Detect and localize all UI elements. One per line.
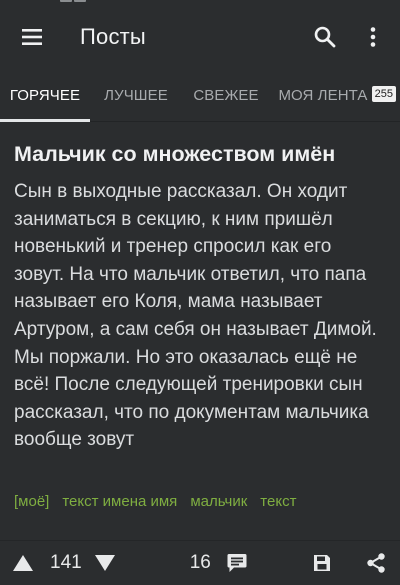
post-actions-bar: 141 16 bbox=[0, 540, 400, 585]
feed-tabs: ГОРЯЧЕЕ ЛУЧШЕЕ СВЕЖЕЕ МОЯ ЛЕНТА 255 bbox=[0, 70, 400, 122]
menu-icon[interactable] bbox=[18, 25, 46, 49]
tag-item[interactable]: текст bbox=[260, 493, 296, 510]
comment-icon[interactable] bbox=[225, 551, 249, 575]
rating-count: 141 bbox=[50, 552, 82, 573]
page-title: Посты bbox=[80, 24, 146, 49]
tab-best[interactable]: ЛУЧШЕЕ bbox=[92, 69, 180, 121]
save-icon[interactable] bbox=[310, 551, 334, 575]
search-icon[interactable] bbox=[312, 24, 338, 50]
post-title[interactable]: Мальчик со множеством имён bbox=[14, 140, 384, 168]
tag-item[interactable]: мальчик bbox=[190, 493, 247, 510]
status-icon bbox=[60, 0, 72, 2]
more-vertical-icon[interactable] bbox=[360, 24, 386, 50]
tab-fresh[interactable]: СВЕЖЕЕ bbox=[182, 69, 270, 121]
status-bar bbox=[0, 0, 400, 4]
tab-my-feed[interactable]: МОЯ ЛЕНТА bbox=[272, 69, 370, 121]
comments-count: 16 bbox=[189, 552, 211, 573]
upvote-icon[interactable] bbox=[12, 552, 34, 574]
post-tags: [моё] текст имена имя мальчик текст bbox=[14, 493, 384, 510]
app-bar: Посты bbox=[0, 4, 400, 70]
post-body[interactable]: Сын в выходные рассказал. Он ходит заним… bbox=[14, 178, 384, 483]
tag-item[interactable]: [моё] bbox=[14, 493, 49, 510]
post-card: Мальчик со множеством имён Сын в выходны… bbox=[0, 122, 400, 510]
my-feed-count-badge: 255 bbox=[371, 86, 396, 102]
downvote-icon[interactable] bbox=[94, 552, 116, 574]
tag-item[interactable]: текст имена имя bbox=[62, 493, 177, 510]
tab-hot[interactable]: ГОРЯЧЕЕ bbox=[0, 69, 90, 122]
status-icon bbox=[74, 0, 86, 2]
share-icon[interactable] bbox=[364, 551, 388, 575]
tab-my-feed-label: МОЯ ЛЕНТА bbox=[278, 86, 368, 104]
